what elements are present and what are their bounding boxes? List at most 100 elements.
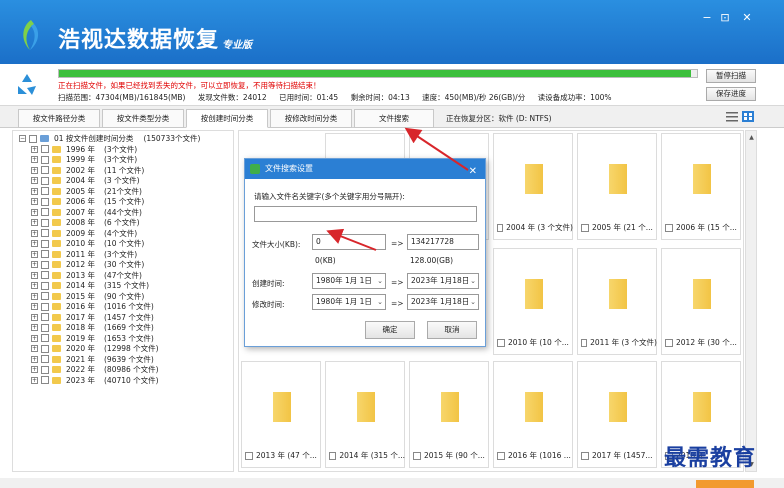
size-max-input[interactable]: 134217728 <box>407 234 479 250</box>
checkbox[interactable] <box>41 166 49 175</box>
tree-item[interactable]: +2015 年 (90 个文件) <box>31 291 144 302</box>
expand-icon[interactable]: + <box>31 324 38 332</box>
checkbox[interactable] <box>41 239 49 248</box>
checkbox[interactable] <box>665 338 673 347</box>
checkbox[interactable] <box>41 155 49 164</box>
checkbox[interactable] <box>41 355 49 364</box>
created-to-select[interactable]: 2023年 1月18日 ⌄ <box>407 273 479 289</box>
checkbox[interactable] <box>329 451 337 460</box>
collapse-icon[interactable]: − <box>19 135 26 142</box>
tree-item[interactable]: +2002 年 (11 个文件) <box>31 165 144 176</box>
checkbox[interactable] <box>581 338 588 347</box>
list-view-icon[interactable] <box>726 111 738 122</box>
folder-item[interactable]: 2010 年 (10 个... <box>493 248 573 355</box>
scroll-up-icon[interactable]: ▲ <box>747 133 756 142</box>
tab-type[interactable]: 按文件类型分类 <box>102 109 184 128</box>
tree-item[interactable]: +1999 年 (3个文件) <box>31 155 137 166</box>
tab-path[interactable]: 按文件路径分类 <box>18 109 100 128</box>
tree-item[interactable]: +2020 年 (12998 个文件) <box>31 344 159 355</box>
checkbox[interactable] <box>41 344 49 353</box>
checkbox[interactable] <box>41 302 49 311</box>
folder-item[interactable]: 2015 年 (90 个... <box>409 361 489 468</box>
modified-to-select[interactable]: 2023年 1月18日 ⌄ <box>407 294 479 310</box>
expand-icon[interactable]: + <box>31 345 38 353</box>
tree-item[interactable]: +2008 年 (6 个文件) <box>31 218 140 229</box>
close-button[interactable]: ✕ <box>738 10 756 26</box>
folder-item[interactable]: 2017 年 (1457... <box>577 361 657 468</box>
checkbox[interactable] <box>41 281 49 290</box>
checkbox[interactable] <box>41 197 49 206</box>
checkbox[interactable] <box>41 218 49 227</box>
checkbox[interactable] <box>497 338 505 347</box>
pause-scan-button[interactable]: 暂停扫描 <box>706 69 756 83</box>
expand-icon[interactable]: + <box>31 145 38 153</box>
grid-view-icon[interactable] <box>742 111 754 122</box>
expand-icon[interactable]: + <box>31 208 38 216</box>
dialog-close-icon[interactable]: ✕ <box>469 162 477 182</box>
folder-item[interactable]: 2012 年 (30 个... <box>661 248 741 355</box>
checkbox[interactable] <box>41 145 49 154</box>
expand-icon[interactable]: + <box>31 250 38 258</box>
restore-button[interactable]: ⊡ <box>716 10 734 26</box>
expand-icon[interactable]: + <box>31 313 38 321</box>
checkbox[interactable] <box>41 229 49 238</box>
tree-root[interactable]: − 01 按文件创建时间分类 (150733个文件) <box>19 133 200 144</box>
tree-item[interactable]: +2009 年 (4个文件) <box>31 228 137 239</box>
keyword-input[interactable] <box>254 206 477 222</box>
checkbox[interactable] <box>41 187 49 196</box>
cancel-button[interactable]: 取消 <box>427 321 477 339</box>
tab-modified[interactable]: 按修改时间分类 <box>270 109 352 128</box>
created-from-select[interactable]: 1980年 1月 1日 ⌄ <box>312 273 386 289</box>
folder-item[interactable]: 2004 年 (3 个文件) <box>493 133 573 240</box>
checkbox[interactable] <box>41 260 49 269</box>
minimize-button[interactable]: − <box>698 10 716 26</box>
ok-button[interactable]: 确定 <box>365 321 415 339</box>
tab-search[interactable]: 文件搜索 <box>354 109 434 128</box>
expand-icon[interactable]: + <box>31 177 38 185</box>
expand-icon[interactable]: + <box>31 166 38 174</box>
expand-icon[interactable]: + <box>31 334 38 342</box>
expand-icon[interactable]: + <box>31 376 38 384</box>
tree-item[interactable]: +2018 年 (1669 个文件) <box>31 323 154 334</box>
expand-icon[interactable]: + <box>31 198 38 206</box>
checkbox[interactable] <box>497 223 504 232</box>
save-progress-button[interactable]: 保存进度 <box>706 87 756 101</box>
expand-icon[interactable]: + <box>31 303 38 311</box>
tree-item[interactable]: +2005 年 (21个文件) <box>31 186 142 197</box>
tree-item[interactable]: +2019 年 (1653 个文件) <box>31 333 154 344</box>
tree-item[interactable]: +2010 年 (10 个文件) <box>31 239 144 250</box>
tree-item[interactable]: +2007 年 (44个文件) <box>31 207 142 218</box>
checkbox[interactable] <box>41 323 49 332</box>
checkbox[interactable] <box>41 250 49 259</box>
tree-item[interactable]: +2004 年 (3 个文件) <box>31 176 140 187</box>
tree-item[interactable]: +2023 年 (40710 个文件) <box>31 375 159 386</box>
folder-item[interactable]: 2014 年 (315 个... <box>325 361 405 468</box>
tree-item[interactable]: +2016 年 (1016 个文件) <box>31 302 154 313</box>
tree-item[interactable]: +2021 年 (9639 个文件) <box>31 354 154 365</box>
tree-item[interactable]: +2014 年 (315 个文件) <box>31 281 149 292</box>
expand-icon[interactable]: + <box>31 271 38 279</box>
checkbox[interactable] <box>41 376 49 385</box>
checkbox[interactable] <box>29 134 37 143</box>
expand-icon[interactable]: + <box>31 229 38 237</box>
checkbox[interactable] <box>41 176 49 185</box>
checkbox[interactable] <box>665 223 673 232</box>
tree-item[interactable]: +2011 年 (3个文件) <box>31 249 137 260</box>
checkbox[interactable] <box>581 223 589 232</box>
expand-icon[interactable]: + <box>31 219 38 227</box>
expand-icon[interactable]: + <box>31 355 38 363</box>
vertical-scrollbar[interactable]: ▲ ▼ <box>745 130 757 472</box>
checkbox[interactable] <box>413 451 421 460</box>
folder-item[interactable]: 2016 年 (1016 ... <box>493 361 573 468</box>
expand-icon[interactable]: + <box>31 366 38 374</box>
checkbox[interactable] <box>245 451 253 460</box>
expand-icon[interactable]: + <box>31 240 38 248</box>
size-min-input[interactable]: 0 <box>312 234 386 250</box>
checkbox[interactable] <box>581 451 589 460</box>
folder-item[interactable]: 2013 年 (47 个... <box>241 361 321 468</box>
expand-icon[interactable]: + <box>31 292 38 300</box>
tree-item[interactable]: +2012 年 (30 个文件) <box>31 260 144 271</box>
tab-created[interactable]: 按创建时间分类 <box>186 109 268 128</box>
tree-item[interactable]: +2013 年 (47个文件) <box>31 270 142 281</box>
folder-item[interactable]: 2006 年 (15 个... <box>661 133 741 240</box>
